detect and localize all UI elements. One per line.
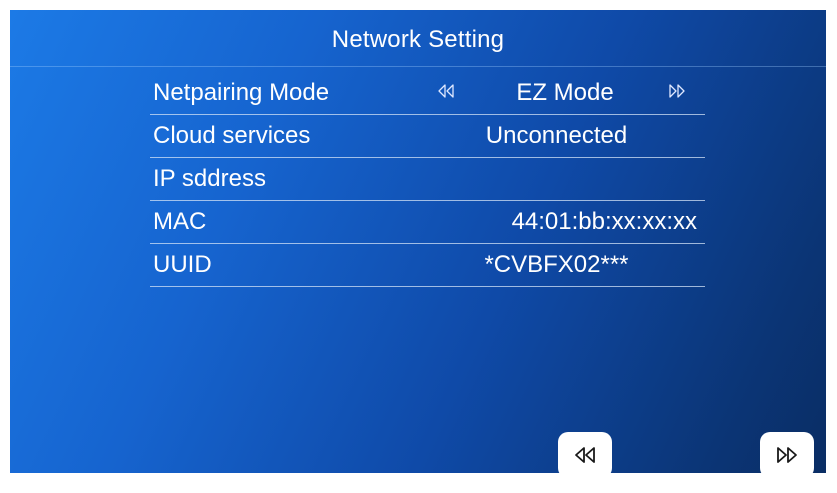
page-title: Network Setting: [331, 26, 505, 53]
netpairing-mode-label: Netpairing Mode: [153, 79, 330, 106]
double-chevron-right-icon: [776, 446, 798, 464]
cloud-services-value: Unconnected: [485, 122, 628, 149]
netpairing-next-icon[interactable]: [669, 84, 685, 103]
cloud-services-label: Cloud services: [153, 122, 311, 149]
netpairing-mode-row: Netpairing Mode EZ Mode: [150, 72, 705, 115]
ip-address-row: IP sddress: [150, 158, 705, 201]
previous-page-button[interactable]: [558, 432, 612, 473]
mac-label: MAC: [153, 208, 207, 235]
uuid-row: UUID *CVBFX02***: [150, 244, 705, 287]
title-divider: [10, 66, 826, 67]
uuid-value: *CVBFX02***: [484, 251, 629, 278]
next-page-button[interactable]: [760, 432, 814, 473]
netpairing-mode-value[interactable]: EZ Mode: [495, 79, 635, 107]
mac-value: 44:01:bb:xx:xx:xx: [511, 208, 697, 235]
netpairing-prev-icon[interactable]: [438, 84, 454, 103]
uuid-label: UUID: [153, 251, 212, 278]
network-setting-screen: Network Setting Netpairing Mode EZ Mode …: [10, 10, 826, 473]
cloud-services-row: Cloud services Unconnected: [150, 115, 705, 158]
mac-row: MAC 44:01:bb:xx:xx:xx: [150, 201, 705, 244]
settings-list: Netpairing Mode EZ Mode Cloud services U…: [150, 72, 705, 287]
double-chevron-left-icon: [574, 446, 596, 464]
ip-address-label: IP sddress: [153, 165, 266, 192]
